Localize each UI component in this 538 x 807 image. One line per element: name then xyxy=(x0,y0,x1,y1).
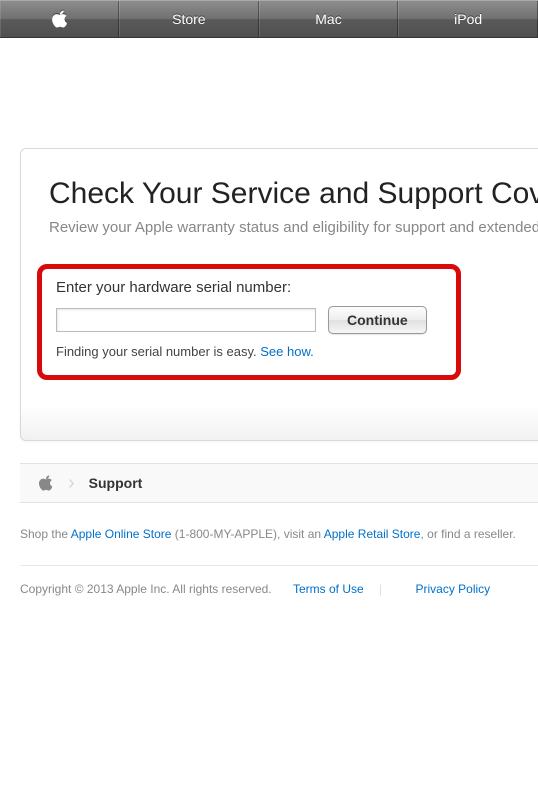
footer-copyright-row: Copyright © 2013 Apple Inc. All rights r… xyxy=(20,565,538,596)
breadcrumb-support[interactable]: Support xyxy=(89,475,143,491)
serial-form-highlight: Enter your hardware serial number: Conti… xyxy=(37,264,461,380)
retail-store-link[interactable]: Apple Retail Store xyxy=(324,527,421,541)
serial-help-text: Finding your serial number is easy. See … xyxy=(56,344,442,359)
top-nav: Store Mac iPod xyxy=(0,0,538,38)
nav-ipod[interactable]: iPod xyxy=(398,1,538,37)
chevron-right-icon: › xyxy=(68,472,75,495)
nav-store[interactable]: Store xyxy=(119,1,259,37)
footer-shop-prefix: Shop the xyxy=(20,527,71,541)
footer-separator: | xyxy=(379,582,382,596)
page-subtitle: Review your Apple warranty status and el… xyxy=(49,219,538,236)
serial-label: Enter your hardware serial number: xyxy=(56,279,442,296)
serial-input[interactable] xyxy=(56,308,316,332)
page-title: Check Your Service and Support Coverage xyxy=(49,177,538,211)
footer-suffix: , or find a reseller. xyxy=(420,527,515,541)
terms-link[interactable]: Terms of Use xyxy=(293,582,364,596)
nav-apple-logo[interactable] xyxy=(0,1,119,37)
see-how-link[interactable]: See how. xyxy=(260,344,314,359)
breadcrumb-home[interactable] xyxy=(32,469,60,497)
footer-shop-line: Shop the Apple Online Store (1-800-MY-AP… xyxy=(20,525,538,543)
coverage-card: Check Your Service and Support Coverage … xyxy=(20,148,538,441)
help-text-static: Finding your serial number is easy. xyxy=(56,344,260,359)
copyright-text: Copyright © 2013 Apple Inc. All rights r… xyxy=(20,582,272,596)
privacy-link[interactable]: Privacy Policy xyxy=(416,582,491,596)
serial-input-row: Continue xyxy=(56,306,442,334)
nav-mac[interactable]: Mac xyxy=(259,1,399,37)
footer-phone: (1-800-MY-APPLE), visit an xyxy=(171,527,323,541)
continue-button[interactable]: Continue xyxy=(328,306,427,334)
breadcrumb: › Support xyxy=(20,463,538,503)
apple-logo-icon xyxy=(51,9,69,29)
online-store-link[interactable]: Apple Online Store xyxy=(71,527,172,541)
apple-home-icon xyxy=(38,474,54,492)
